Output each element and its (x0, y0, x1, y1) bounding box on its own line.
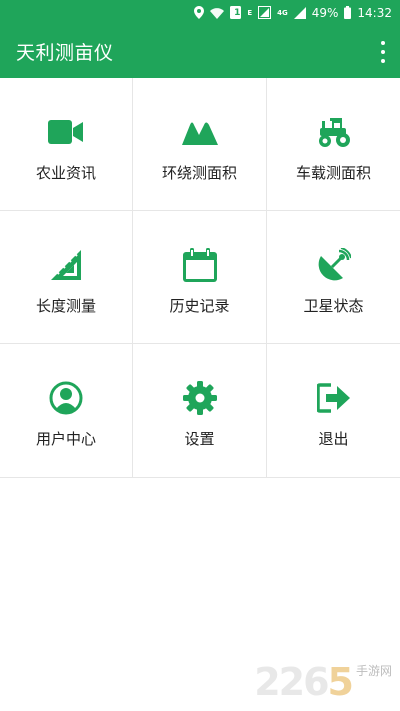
location-icon (194, 6, 205, 20)
signal-icon-1 (258, 6, 272, 20)
menu-tile-label: 环绕测面积 (161, 164, 237, 182)
menu-tile-label: 设置 (184, 430, 215, 448)
menu-tile-history[interactable]: 历史记录 (133, 211, 267, 344)
watermark-number-accent: 5 (327, 660, 354, 704)
video-camera-icon (48, 114, 84, 150)
overflow-dot (381, 41, 385, 45)
battery-percent: 49% (311, 5, 339, 20)
menu-tile-label: 车载测面积 (295, 164, 371, 182)
app-bar: 天利测亩仪 (0, 25, 400, 78)
menu-tile-label: 历史记录 (169, 297, 230, 315)
clock-time: 14:32 (357, 5, 392, 20)
menu-tile-label: 退出 (318, 430, 349, 448)
menu-tile-label: 用户中心 (35, 430, 96, 448)
tractor-icon (316, 114, 352, 150)
menu-tile-settings[interactable]: 设置 (133, 344, 267, 477)
status-bar: 1 E 4G 49% 14:32 (0, 0, 400, 25)
app-title: 天利测亩仪 (16, 42, 114, 64)
menu-tile-surround-area[interactable]: 环绕测面积 (133, 78, 267, 211)
overflow-menu-icon[interactable] (378, 41, 388, 63)
signal-icon-2 (293, 6, 306, 20)
ruler-triangle-icon (48, 247, 84, 283)
menu-tile-agri-news[interactable]: 农业资讯 (0, 78, 133, 211)
menu-tile-user-center[interactable]: 用户中心 (0, 344, 133, 477)
watermark-number: 2265 (254, 660, 354, 704)
menu-tile-label: 长度测量 (35, 297, 96, 315)
menu-tile-length-measure[interactable]: 长度测量 (0, 211, 133, 344)
menu-tile-vehicle-area[interactable]: 车载测面积 (267, 78, 400, 211)
overflow-dot (381, 59, 385, 63)
sim-label: 1 (234, 7, 241, 18)
menu-grid: 农业资讯 环绕测面积 车载测面积 长度测量 历史记录 卫星状态 用户中心 设置 … (0, 78, 400, 478)
satellite-dish-icon (316, 247, 352, 283)
network-type-4g: 4G (277, 8, 288, 17)
exit-icon (316, 380, 352, 416)
menu-tile-label: 卫星状态 (303, 297, 364, 315)
network-type-e: E (247, 8, 253, 17)
watermark-number-main: 226 (254, 660, 329, 704)
menu-tile-satellite-status[interactable]: 卫星状态 (267, 211, 400, 344)
watermark-logo: 2265 手游网 (254, 662, 392, 701)
watermark-subtitle: 手游网 (355, 664, 392, 678)
mountain-icon (181, 114, 218, 150)
gear-icon (182, 380, 218, 416)
wifi-icon (210, 6, 225, 20)
menu-tile-exit[interactable]: 退出 (267, 344, 400, 477)
battery-icon (344, 6, 352, 20)
overflow-dot (381, 50, 385, 54)
user-circle-icon (48, 380, 84, 416)
calendar-icon (182, 247, 218, 283)
menu-tile-label: 农业资讯 (35, 164, 96, 182)
